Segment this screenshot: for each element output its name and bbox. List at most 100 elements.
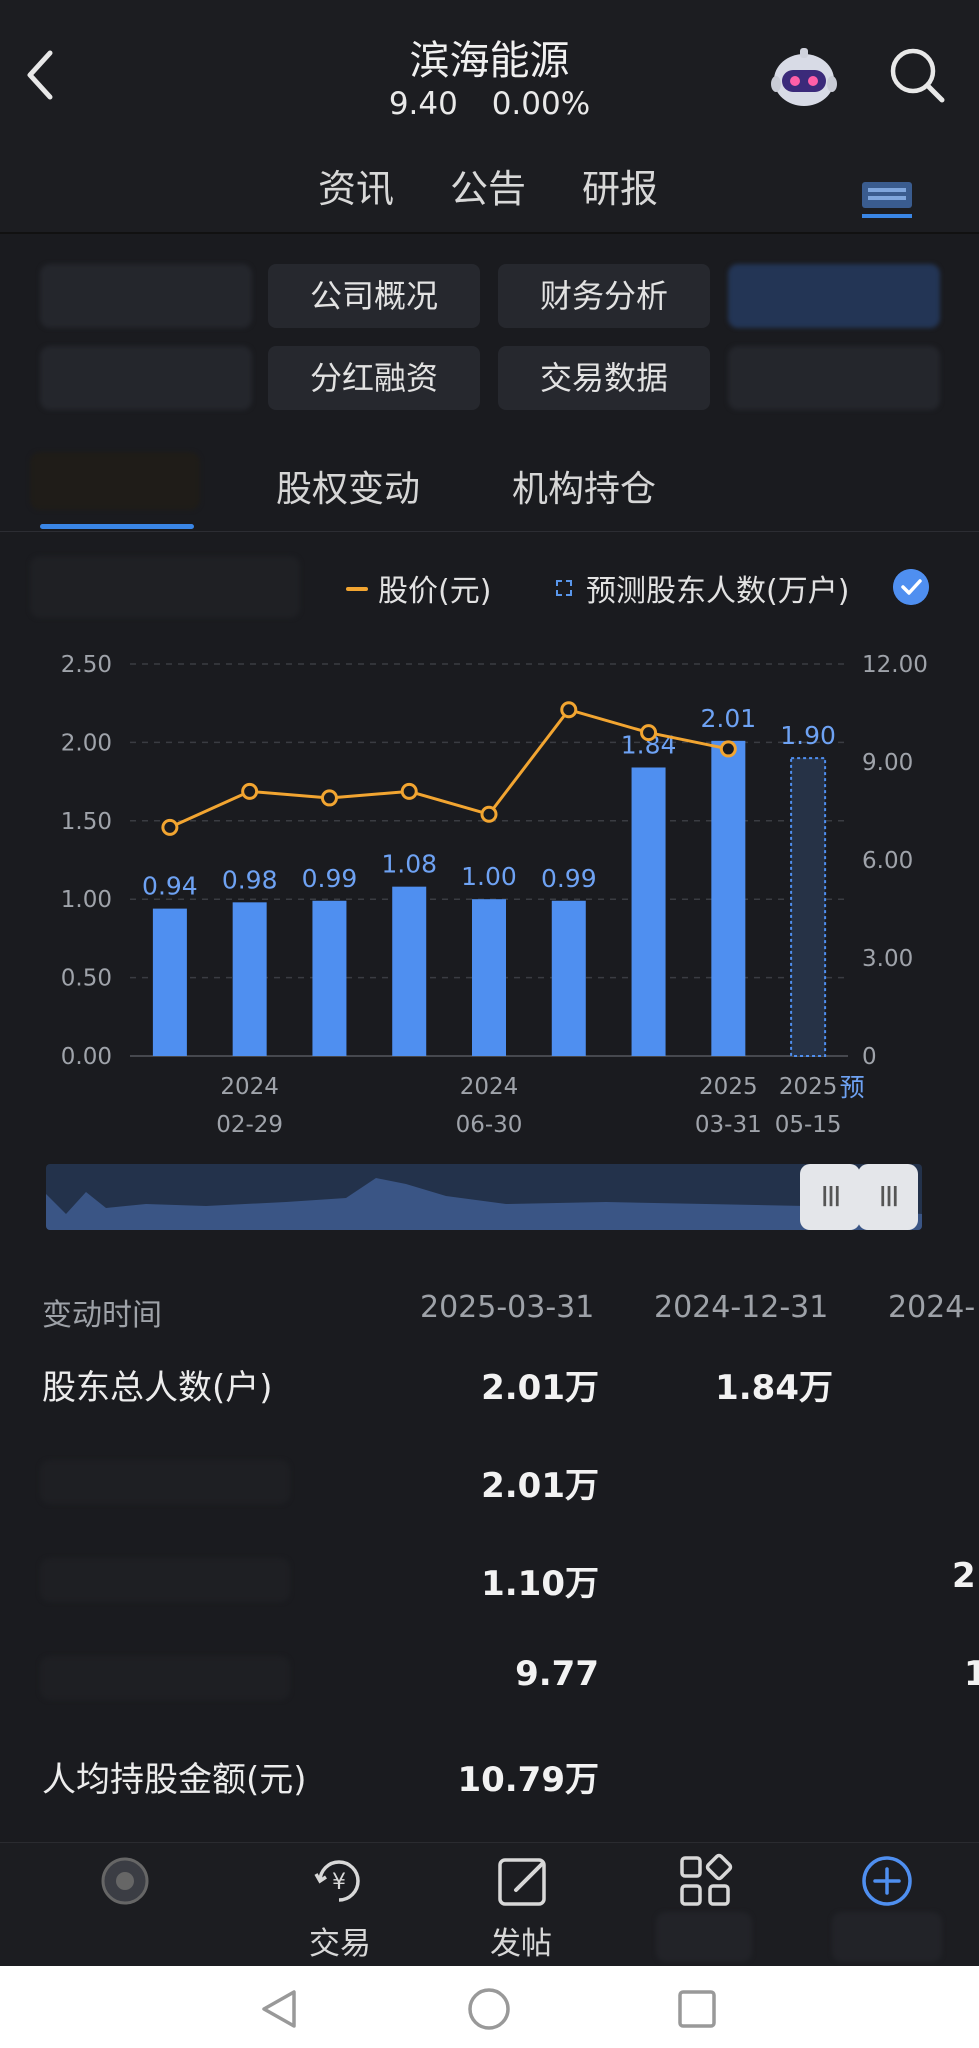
blurred-nav-label [832,1912,942,1962]
x-tick-label: 2024 [220,1074,279,1100]
post-label[interactable]: 发帖 [490,1918,552,1963]
blurred-button [728,264,940,328]
bar-value-label: 2.01 [700,704,756,733]
svg-text:¥: ¥ [332,1870,346,1895]
table-column-header: 2024- [888,1290,976,1325]
bar-value-label: 0.99 [302,864,358,893]
bar-value-label: 0.99 [541,864,597,893]
active-tab-indicator [40,524,194,529]
table-column-header: 2024-12-31 [654,1290,829,1325]
tab-news[interactable]: 资讯 [318,158,394,213]
range-handle-left[interactable]: III [800,1164,860,1230]
x-tick-label: 03-31 [695,1112,762,1138]
news-tabs: 资讯 公告 研报 [0,136,979,234]
y-right-tick-label: 0 [862,1044,877,1070]
row-label-total-holders: 股东总人数(户) [42,1368,273,1408]
tab-research[interactable]: 研报 [582,158,658,213]
y-right-tick-label: 12.00 [862,652,928,678]
x-tick-label: 05-15 [775,1112,842,1138]
search-icon[interactable] [886,44,948,106]
range-handle-right[interactable]: III [858,1164,918,1230]
trade-yuan-icon[interactable]: ¥ [310,1852,368,1910]
blurred-nav-label [656,1912,752,1962]
y-right-tick-label: 3.00 [862,946,913,972]
y-left-tick-label: 1.00 [61,887,112,913]
table-cell: 2.01万 [481,1466,599,1506]
table-column-header: 2025-03-31 [420,1290,595,1325]
nav-home-icon[interactable] [466,1986,512,2032]
table-cell: 2.01万 [481,1368,599,1408]
forecast-marker-label: 预 [840,1073,865,1102]
bar-value-label: 1.90 [780,721,836,750]
price-point [719,740,737,758]
trade-label[interactable]: 交易 [309,1918,371,1963]
blurred-button [40,264,252,328]
y-left-tick-label: 2.50 [61,652,112,678]
table-cell: 1.10万 [481,1564,599,1604]
bar [392,886,427,1056]
trading-data-button[interactable]: 交易数据 [498,346,710,410]
table-cell: 2. [952,1556,979,1596]
y-right-tick-label: 6.00 [862,848,913,874]
bar-value-label: 0.98 [222,865,278,894]
table-cell: 10.79万 [457,1760,599,1800]
bar-value-label: 1.08 [381,850,437,879]
blurred-tab[interactable] [30,452,200,510]
table-cell: 1.84万 [715,1368,833,1408]
dividend-financing-button[interactable]: 分红融资 [268,346,480,410]
x-tick-label: 06-30 [456,1112,523,1138]
system-nav-bar [0,1966,979,2048]
financial-analysis-button[interactable]: 财务分析 [498,264,710,328]
shareholder-chart: 2.50 2.00 1.50 1.00 0.50 0.00 12.00 9.00 6.00 3.0… [61,652,928,1138]
x-tick-label: 2024 [460,1074,519,1100]
tab-equity-change[interactable]: 股权变动 [276,460,420,512]
bar [711,740,746,1056]
bar [472,899,506,1056]
stock-change: 0.00% [491,86,591,122]
table-cell: 9.77 [515,1654,599,1694]
blurred-row-label [40,1460,290,1504]
forecast-bar [790,757,827,1058]
y-left-tick-label: 2.00 [61,730,112,756]
stock-price: 9.40 [388,86,458,122]
table-cell: 1 [964,1654,979,1694]
bar [551,900,586,1056]
x-tick-label: 02-29 [216,1112,283,1138]
tab-announcements[interactable]: 公告 [450,158,526,213]
price-point [320,789,338,807]
blurred-row-label [40,1656,290,1700]
price-point [400,782,418,800]
apps-grid-icon[interactable] [676,1852,734,1910]
blurred-row-label [40,1558,290,1602]
robot-assistant-icon[interactable] [766,40,842,116]
x-tick-label: 2025 [699,1074,758,1100]
keyboard-icon[interactable] [858,168,916,224]
y-left-tick-label: 0.00 [61,1044,112,1070]
bar-value-label: 1.00 [461,862,517,891]
header-bar: 滨海能源 9.40 0.00% [0,0,979,137]
y-left-tick-label: 1.50 [61,809,112,835]
price-point [241,782,259,800]
blurred-button [40,346,252,410]
row-label-avg-holding-value: 人均持股金额(元) [42,1760,307,1800]
price-legend-label[interactable]: 股价(元) [378,566,491,610]
bar [152,908,187,1056]
checkmark-icon[interactable] [893,569,929,605]
bar [312,900,347,1056]
forecast-legend-label[interactable]: 预测股东人数(万户) [586,566,849,610]
price-point [480,805,498,823]
price-legend-swatch [346,587,368,591]
add-circle-icon[interactable] [858,1852,916,1910]
y-right-tick-label: 9.00 [862,750,913,776]
y-left-tick-label: 0.50 [61,966,112,992]
blurred-avatar-icon[interactable] [96,1852,154,1910]
compose-post-icon[interactable] [494,1852,552,1910]
nav-recents-icon[interactable] [674,1986,720,2032]
blurred-button [728,346,940,410]
tab-institution-holdings[interactable]: 机构持仓 [512,460,656,512]
range-slider-track[interactable] [46,1164,922,1230]
range-minimap [46,1178,922,1230]
nav-back-icon[interactable] [256,1986,302,2032]
company-overview-button[interactable]: 公司概况 [268,264,480,328]
bar-value-label: 0.94 [142,872,198,901]
